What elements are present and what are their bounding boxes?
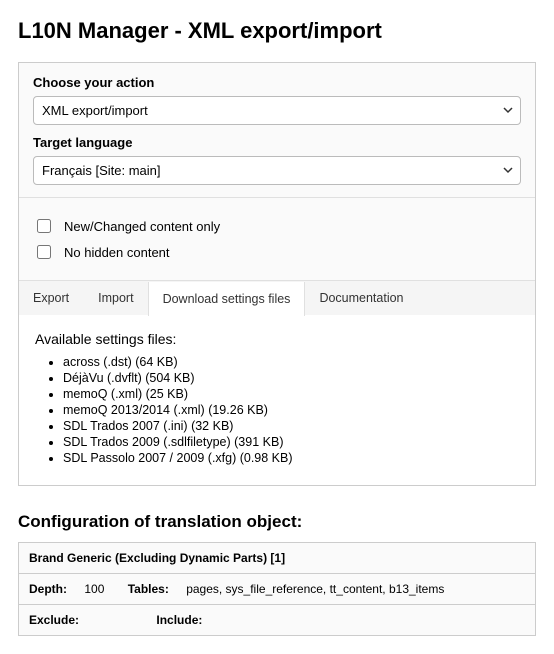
tab-export[interactable]: Export — [19, 281, 84, 315]
tables-value: pages, sys_file_reference, tt_content, b… — [186, 582, 464, 596]
include-label: Include: — [156, 613, 216, 627]
new-changed-checkbox[interactable] — [37, 219, 51, 233]
tab-import[interactable]: Import — [84, 281, 148, 315]
table-row: Depth: 100 Tables: pages, sys_file_refer… — [19, 574, 536, 605]
depth-label: Depth: — [29, 582, 81, 596]
list-item[interactable]: DéjàVu (.dvflt) (504 KB) — [63, 371, 519, 385]
no-hidden-label: No hidden content — [64, 245, 170, 260]
language-label: Target language — [33, 135, 521, 150]
table-row: Exclude: Include: — [19, 605, 536, 636]
config-table: Brand Generic (Excluding Dynamic Parts) … — [18, 542, 536, 636]
language-select[interactable]: Français [Site: main] — [33, 156, 521, 185]
tab-content-download: Available settings files: across (.dst) … — [19, 315, 535, 485]
config-heading: Configuration of translation object: — [18, 512, 536, 532]
no-hidden-checkbox[interactable] — [37, 245, 51, 259]
action-select[interactable]: XML export/import — [33, 96, 521, 125]
list-item[interactable]: memoQ 2013/2014 (.xml) (19.26 KB) — [63, 403, 519, 417]
tab-download[interactable]: Download settings files — [148, 282, 306, 316]
list-item[interactable]: SDL Trados 2009 (.sdlfiletype) (391 KB) — [63, 435, 519, 449]
main-panel: Choose your action XML export/import Tar… — [18, 62, 536, 486]
include-value — [216, 613, 236, 627]
files-list: across (.dst) (64 KB) DéjàVu (.dvflt) (5… — [35, 355, 519, 465]
exclude-label: Exclude: — [29, 613, 93, 627]
available-files-heading: Available settings files: — [35, 331, 519, 347]
list-item[interactable]: SDL Passolo 2007 / 2009 (.xfg) (0.98 KB) — [63, 451, 519, 465]
tab-bar: Export Import Download settings files Do… — [19, 280, 535, 315]
list-item[interactable]: memoQ (.xml) (25 KB) — [63, 387, 519, 401]
config-header: Brand Generic (Excluding Dynamic Parts) … — [19, 543, 536, 574]
list-item[interactable]: across (.dst) (64 KB) — [63, 355, 519, 369]
tables-label: Tables: — [128, 582, 183, 596]
list-item[interactable]: SDL Trados 2007 (.ini) (32 KB) — [63, 419, 519, 433]
tab-documentation[interactable]: Documentation — [305, 281, 418, 315]
exclude-value — [96, 613, 116, 627]
action-label: Choose your action — [33, 75, 521, 90]
new-changed-label: New/Changed content only — [64, 219, 220, 234]
depth-value: 100 — [84, 582, 124, 596]
page-title: L10N Manager - XML export/import — [18, 18, 536, 44]
